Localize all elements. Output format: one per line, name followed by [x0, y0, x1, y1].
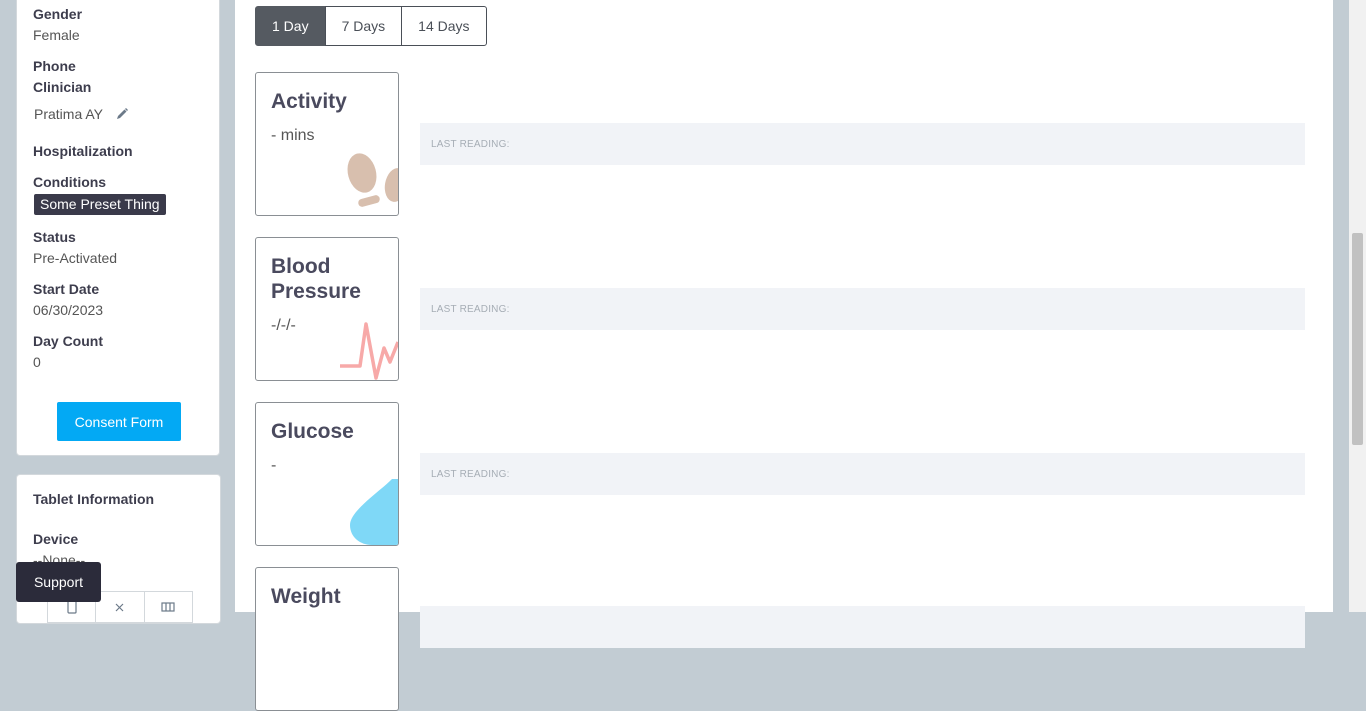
- patient-info-card: Gender Female Phone Clinician Pratima AY…: [16, 0, 220, 456]
- day-count-label: Day Count: [33, 333, 103, 349]
- activity-last-reading: LAST READING:: [431, 139, 510, 150]
- glucose-card[interactable]: Glucose -: [255, 402, 399, 546]
- activity-title: Activity: [271, 90, 347, 113]
- gender-value: Female: [33, 27, 80, 43]
- pencil-icon[interactable]: [115, 107, 129, 121]
- activity-reading-bar: LAST READING:: [420, 123, 1305, 165]
- page-scrollbar[interactable]: [1349, 0, 1366, 612]
- conditions-label: Conditions: [33, 174, 107, 190]
- condition-badge: Some Preset Thing: [34, 194, 166, 215]
- status-label: Status: [33, 229, 76, 245]
- day-count-value: 0: [33, 354, 41, 370]
- droplet-icon: [350, 479, 398, 545]
- vitals-panel: 1 Day 7 Days 14 Days Activity - mins LAS…: [235, 0, 1333, 711]
- weight-reading-bar: [420, 606, 1305, 648]
- glucose-reading-bar: LAST READING:: [420, 453, 1305, 495]
- weight-title: Weight: [271, 585, 341, 608]
- blood-pressure-last-reading: LAST READING:: [431, 304, 510, 315]
- glucose-title: Glucose: [271, 420, 354, 443]
- activity-value: - mins: [271, 127, 315, 144]
- support-button[interactable]: Support: [16, 562, 101, 602]
- footprints-icon: [347, 153, 398, 207]
- scrollbar-thumb[interactable]: [1352, 233, 1363, 445]
- blood-pressure-card[interactable]: Blood Pressure -/-/-: [255, 237, 399, 381]
- range-tabs: 1 Day 7 Days 14 Days: [255, 6, 487, 46]
- activity-card[interactable]: Activity - mins: [255, 72, 399, 216]
- clinician-row: Pratima AY: [34, 106, 129, 122]
- start-date-label: Start Date: [33, 281, 100, 297]
- start-date-value: 06/30/2023: [33, 302, 104, 318]
- clinician-value: Pratima AY: [34, 106, 103, 122]
- status-value: Pre-Activated: [33, 250, 118, 266]
- tab-14-days[interactable]: 14 Days: [401, 6, 487, 46]
- consent-form-button[interactable]: Consent Form: [57, 402, 181, 441]
- blood-pressure-reading-bar: LAST READING:: [420, 288, 1305, 330]
- hospitalization-label: Hospitalization: [33, 143, 133, 159]
- close-icon: [116, 603, 124, 611]
- glucose-value: -: [271, 457, 277, 474]
- blood-pressure-value: -/-/-: [271, 317, 296, 334]
- weight-card[interactable]: Weight: [255, 567, 399, 711]
- grid-icon: [161, 602, 175, 612]
- glucose-last-reading: LAST READING:: [431, 469, 510, 480]
- tablet-grid-button[interactable]: [145, 592, 192, 622]
- tab-7-days[interactable]: 7 Days: [324, 6, 403, 46]
- heartbeat-icon: [340, 322, 398, 380]
- clinician-label: Clinician: [33, 79, 92, 95]
- tablet-info-title: Tablet Information: [33, 491, 155, 507]
- gender-label: Gender: [33, 6, 83, 22]
- device-label: Device: [33, 531, 79, 547]
- phone-label: Phone: [33, 58, 76, 74]
- tab-1-day[interactable]: 1 Day: [255, 6, 326, 46]
- blood-pressure-title: Blood Pressure: [271, 255, 361, 303]
- tablet-remove-button[interactable]: [96, 592, 145, 622]
